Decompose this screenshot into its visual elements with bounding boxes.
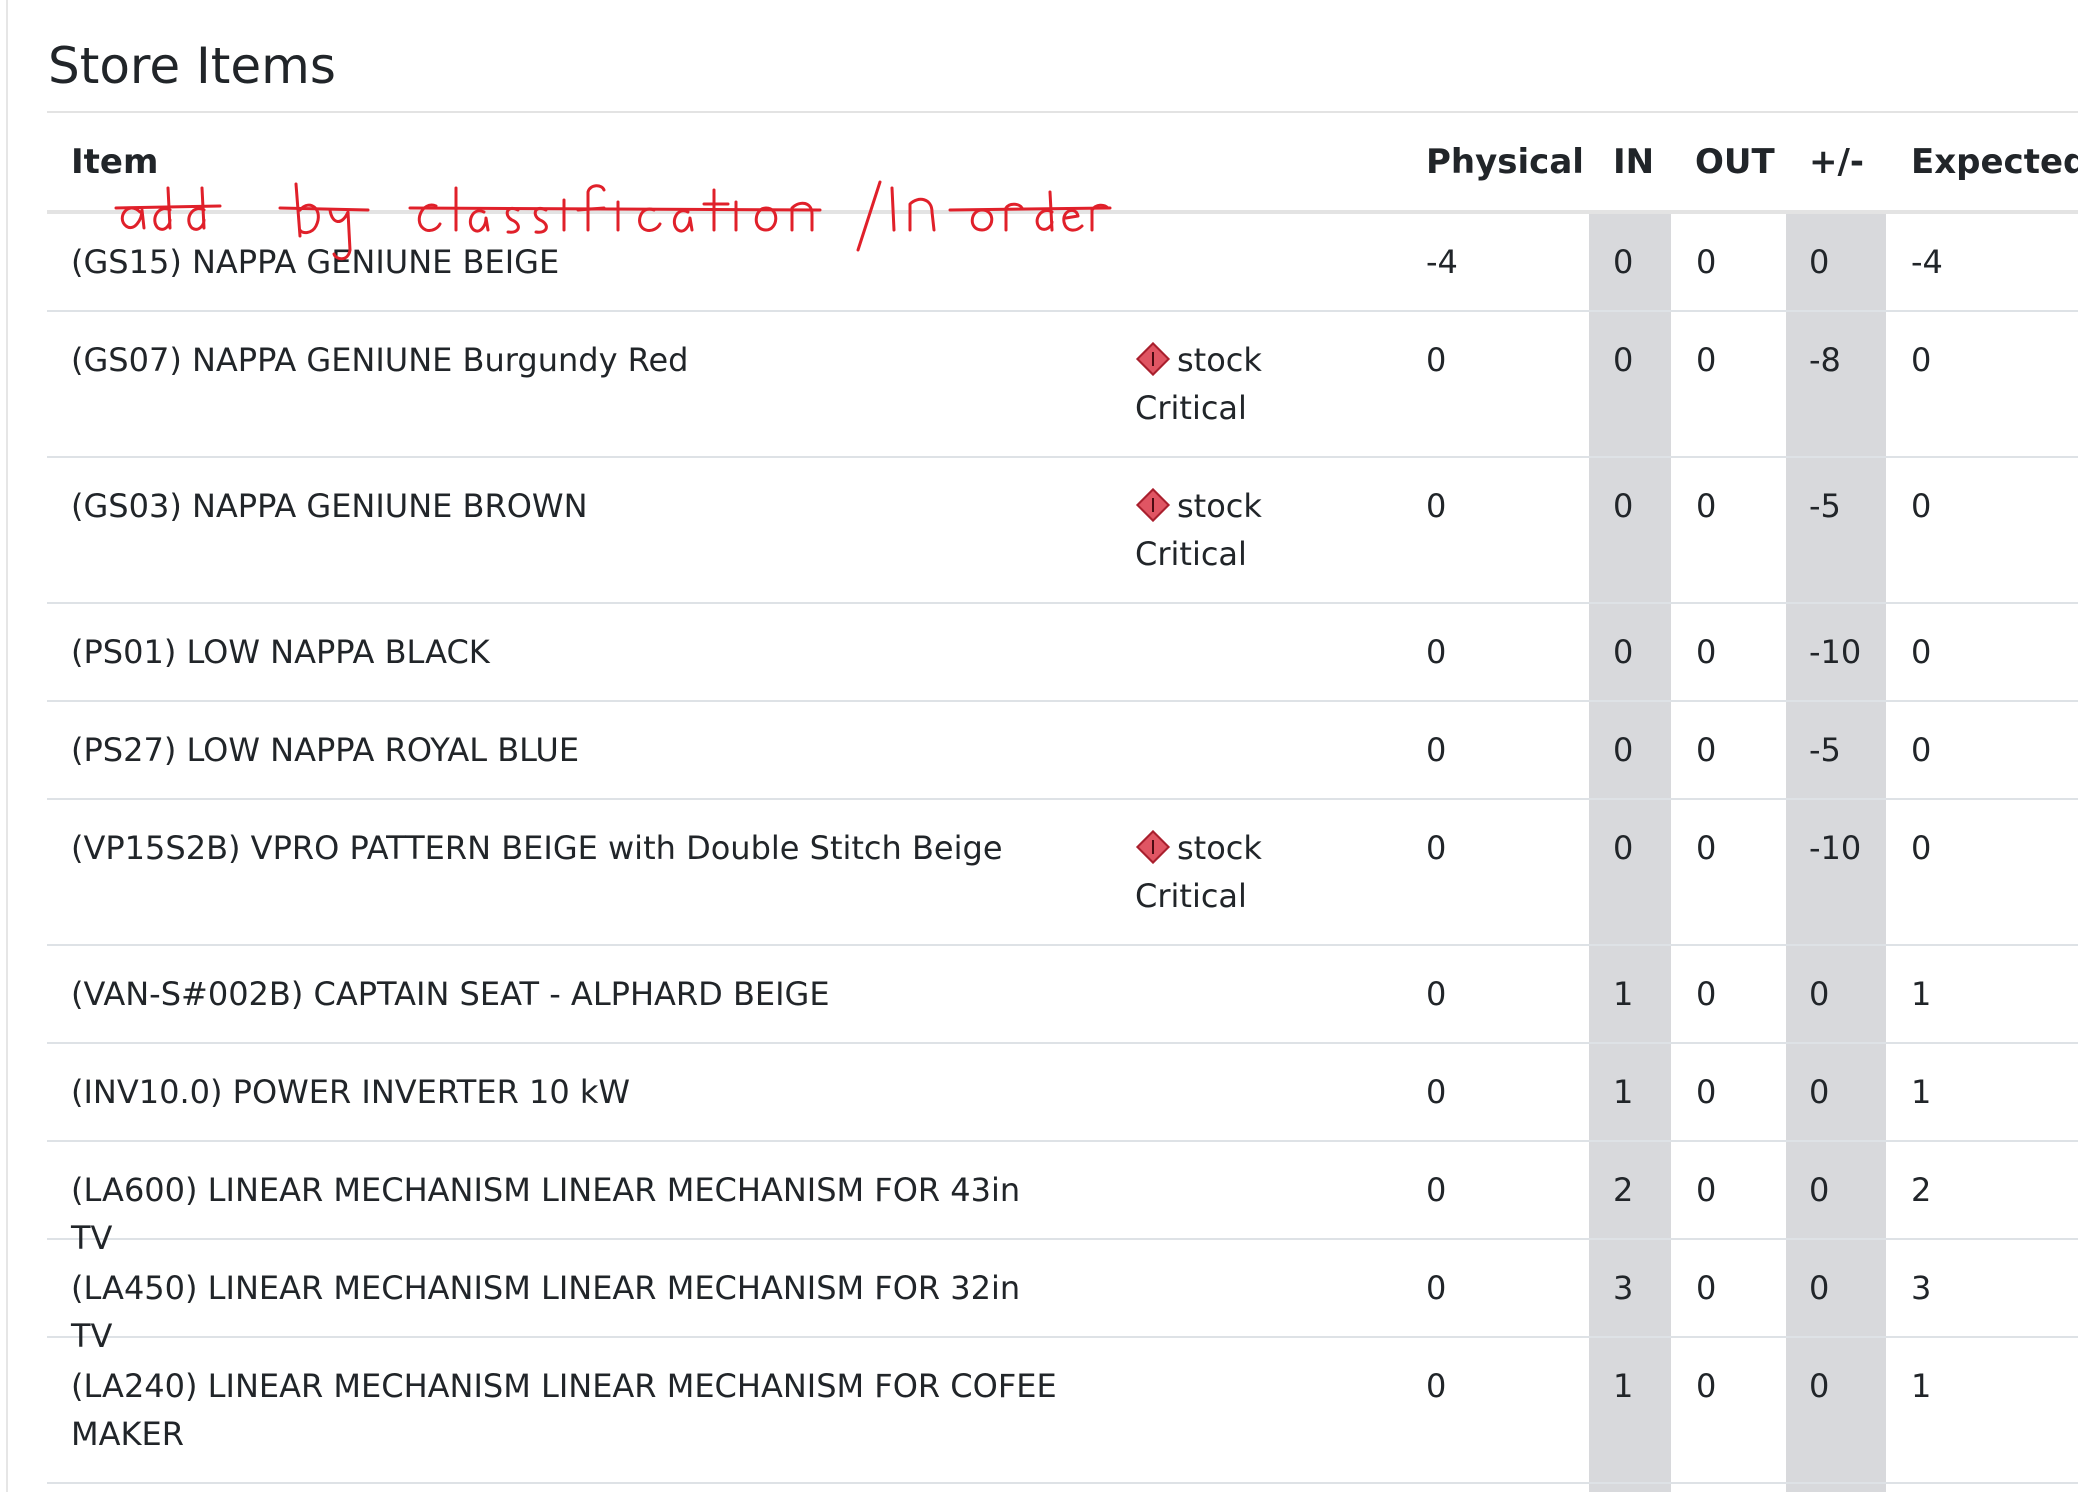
- item-name[interactable]: (LA240) LINEAR MECHANISM LINEAR MECHANIS…: [71, 1362, 1071, 1458]
- header-out[interactable]: OUT: [1695, 140, 1775, 184]
- expected-value: 1: [1911, 1073, 1932, 1111]
- in-value: 0: [1613, 731, 1634, 769]
- item-name[interactable]: (PS27) LOW NAPPA ROYAL BLUE: [71, 726, 1071, 774]
- out-value: 0: [1696, 1269, 1717, 1307]
- in-value: 0: [1613, 243, 1634, 281]
- expected-value: 0: [1911, 633, 1932, 671]
- in-value: 1: [1613, 1367, 1634, 1405]
- page-title: Store Items: [48, 37, 336, 95]
- item-name[interactable]: (VP15S2B) VPRO PATTERN BEIGE with Double…: [71, 824, 1071, 872]
- item-name[interactable]: (GS07) NAPPA GENIUNE Burgundy Red: [71, 336, 1071, 384]
- table-row[interactable]: (INV10.0) POWER INVERTER 10 kW 0 1 0 0 1: [47, 1044, 2078, 1142]
- out-value: 0: [1696, 731, 1717, 769]
- expected-value: 3: [1911, 1269, 1932, 1307]
- in-value: 1: [1613, 1073, 1634, 1111]
- header-diff[interactable]: +/-: [1809, 140, 1864, 184]
- expected-value: 0: [1911, 829, 1932, 867]
- table-row[interactable]: (GS03) NAPPA GENIUNE BROWN stock Critica…: [47, 458, 2078, 604]
- physical-value: 0: [1426, 1171, 1447, 1209]
- status-badge: stock Critical: [1135, 336, 1275, 432]
- table-row[interactable]: (LA240) LINEAR MECHANISM LINEAR MECHANIS…: [47, 1338, 2078, 1484]
- in-value: 0: [1613, 633, 1634, 671]
- table-row[interactable]: (PS01) LOW NAPPA BLACK 0 0 0 -10 0: [47, 604, 2078, 702]
- out-value: 0: [1696, 829, 1717, 867]
- out-value: 0: [1696, 975, 1717, 1013]
- table-row[interactable]: (PS27) LOW NAPPA ROYAL BLUE 0 0 0 -5 0: [47, 702, 2078, 800]
- expected-value: 2: [1911, 1171, 1932, 1209]
- physical-value: 0: [1426, 487, 1447, 525]
- table-body: (GS15) NAPPA GENIUNE BEIGE -4 0 0 0 -4 (…: [47, 214, 2078, 1484]
- physical-value: -4: [1426, 243, 1458, 281]
- in-value: 3: [1613, 1269, 1634, 1307]
- critical-warning-icon: [1136, 342, 1170, 376]
- critical-warning-icon: [1136, 488, 1170, 522]
- in-value: 0: [1613, 487, 1634, 525]
- item-name[interactable]: (PS01) LOW NAPPA BLACK: [71, 628, 1071, 676]
- status-badge: stock Critical: [1135, 482, 1275, 578]
- physical-value: 0: [1426, 1073, 1447, 1111]
- in-value: 0: [1613, 829, 1634, 867]
- expected-value: -4: [1911, 243, 1943, 281]
- physical-value: 0: [1426, 1367, 1447, 1405]
- panel-left-border: [6, 0, 8, 1492]
- physical-value: 0: [1426, 633, 1447, 671]
- out-value: 0: [1696, 1367, 1717, 1405]
- out-value: 0: [1696, 341, 1717, 379]
- expected-value: 0: [1911, 731, 1932, 769]
- diff-value: -5: [1809, 487, 1841, 525]
- diff-value: -10: [1809, 633, 1862, 671]
- diff-value: 0: [1809, 1171, 1830, 1209]
- out-value: 0: [1696, 1073, 1717, 1111]
- diff-value: 0: [1809, 1367, 1830, 1405]
- diff-value: -10: [1809, 829, 1862, 867]
- diff-value: 0: [1809, 1269, 1830, 1307]
- header-expected[interactable]: Expected: [1911, 140, 2078, 184]
- in-value: 0: [1613, 341, 1634, 379]
- table-row[interactable]: (VP15S2B) VPRO PATTERN BEIGE with Double…: [47, 800, 2078, 946]
- in-value: 1: [1613, 975, 1634, 1013]
- header-physical[interactable]: Physical: [1426, 140, 1584, 184]
- physical-value: 0: [1426, 731, 1447, 769]
- physical-value: 0: [1426, 975, 1447, 1013]
- diff-value: 0: [1809, 975, 1830, 1013]
- diff-value: 0: [1809, 243, 1830, 281]
- diff-value: -5: [1809, 731, 1841, 769]
- out-value: 0: [1696, 1171, 1717, 1209]
- out-value: 0: [1696, 243, 1717, 281]
- expected-value: 1: [1911, 975, 1932, 1013]
- header-in[interactable]: IN: [1613, 140, 1654, 184]
- physical-value: 0: [1426, 829, 1447, 867]
- item-name[interactable]: (GS03) NAPPA GENIUNE BROWN: [71, 482, 1071, 530]
- diff-value: 0: [1809, 1073, 1830, 1111]
- table-row[interactable]: (GS07) NAPPA GENIUNE Burgundy Red stock …: [47, 312, 2078, 458]
- diff-value: -8: [1809, 341, 1841, 379]
- store-items-page: Store Items Item Physical IN OUT +/- Exp…: [0, 0, 2078, 1492]
- item-name[interactable]: (INV10.0) POWER INVERTER 10 kW: [71, 1068, 1071, 1116]
- status-badge: stock Critical: [1135, 824, 1275, 920]
- critical-warning-icon: [1136, 830, 1170, 864]
- expected-value: 1: [1911, 1367, 1932, 1405]
- table-row[interactable]: (LA600) LINEAR MECHANISM LINEAR MECHANIS…: [47, 1142, 2078, 1257]
- out-value: 0: [1696, 633, 1717, 671]
- expected-value: 0: [1911, 341, 1932, 379]
- table-row[interactable]: (LA450) LINEAR MECHANISM LINEAR MECHANIS…: [47, 1240, 2078, 1355]
- in-value: 2: [1613, 1171, 1634, 1209]
- item-name[interactable]: (VAN-S#002B) CAPTAIN SEAT - ALPHARD BEIG…: [71, 970, 1071, 1018]
- physical-value: 0: [1426, 341, 1447, 379]
- table-row[interactable]: (VAN-S#002B) CAPTAIN SEAT - ALPHARD BEIG…: [47, 946, 2078, 1044]
- handwritten-note: [114, 180, 1112, 261]
- physical-value: 0: [1426, 1269, 1447, 1307]
- expected-value: 0: [1911, 487, 1932, 525]
- out-value: 0: [1696, 487, 1717, 525]
